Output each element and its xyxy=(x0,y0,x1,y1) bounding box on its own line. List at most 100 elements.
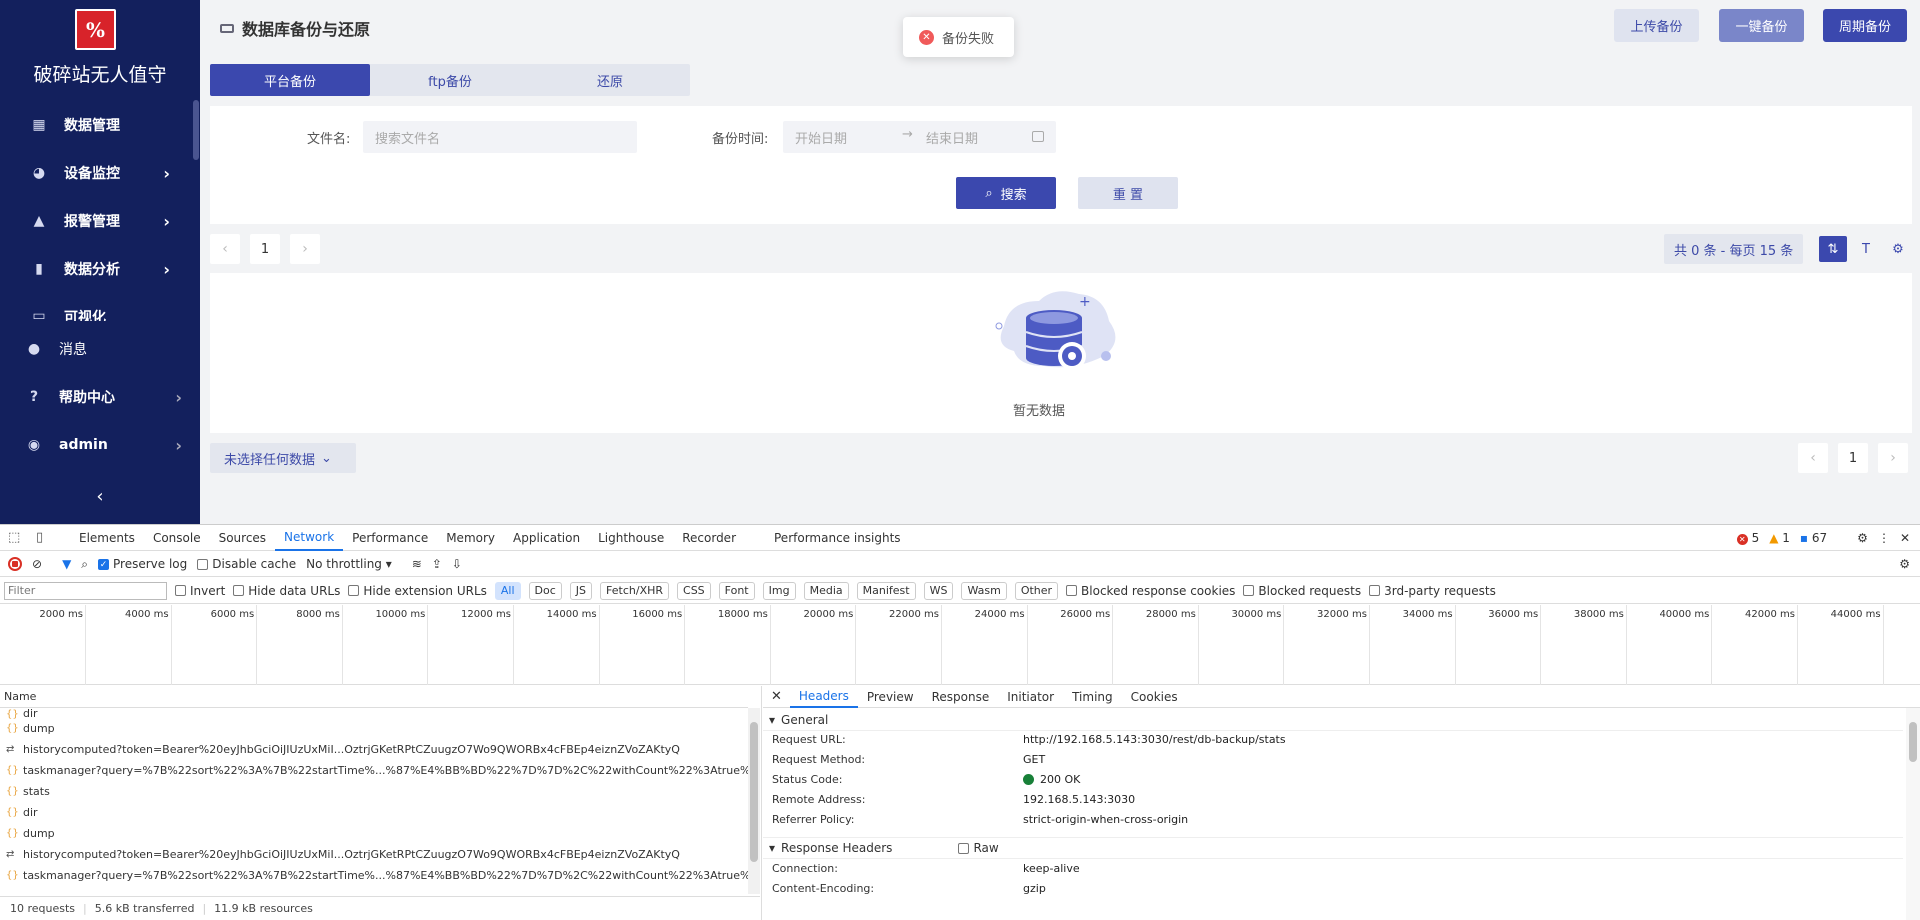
download-icon[interactable]: ⇩ xyxy=(452,557,462,571)
tab-preview[interactable]: Preview xyxy=(858,686,923,708)
prev-page-button[interactable]: ‹ xyxy=(210,234,240,264)
sidebar-scrollbar[interactable] xyxy=(193,100,199,160)
tab-performance-insights[interactable]: Performance insights xyxy=(765,525,910,551)
message-count[interactable]: ▪ 67 xyxy=(1800,531,1827,545)
sidebar-item-alarm[interactable]: ▲ 报警管理 › xyxy=(0,197,200,245)
next-page-button[interactable]: › xyxy=(290,234,320,264)
request-list-scrollbar[interactable] xyxy=(748,708,760,894)
request-row[interactable]: {} dir xyxy=(0,802,748,823)
request-row[interactable]: {} dump xyxy=(0,718,748,739)
hide-data-urls-checkbox[interactable]: Hide data URLs xyxy=(233,584,340,598)
request-row[interactable]: {} taskmanager?query=%7B%22sort%22%3A%7B%… xyxy=(0,865,748,886)
request-row[interactable]: ⇄ historycomputed?token=Bearer%20eyJhbGci… xyxy=(0,844,748,865)
response-headers-section-header[interactable]: ▾ Response Headers Raw xyxy=(763,837,1903,859)
sidebar-item-help[interactable]: ? 帮助中心 › xyxy=(0,373,200,421)
invert-checkbox[interactable]: Invert xyxy=(175,584,225,598)
one-click-backup-button[interactable]: 一键备份 xyxy=(1719,9,1804,42)
type-filter-media[interactable]: Media xyxy=(803,581,849,600)
sidebar-item-user[interactable]: ◉ admin › xyxy=(0,421,200,469)
filename-input[interactable]: 搜索文件名 xyxy=(363,121,637,153)
type-filter-wasm[interactable]: Wasm xyxy=(961,581,1007,600)
hide-extension-urls-checkbox[interactable]: Hide extension URLs xyxy=(348,584,487,598)
type-filter-doc[interactable]: Doc xyxy=(528,581,562,600)
preserve-log-checkbox[interactable]: ✓ Preserve log xyxy=(98,557,187,571)
general-section-header[interactable]: ▾ General xyxy=(763,709,1903,731)
detail-scrollbar[interactable] xyxy=(1906,708,1920,920)
close-detail-icon[interactable]: ✕ xyxy=(771,689,782,704)
type-filter-manifest[interactable]: Manifest xyxy=(856,581,916,600)
tab-recorder[interactable]: Recorder xyxy=(673,525,745,551)
collapse-sidebar-icon[interactable]: ‹ xyxy=(0,486,200,507)
error-count[interactable]: ✕ 5 xyxy=(1736,531,1759,545)
filter-input[interactable]: Filter xyxy=(4,581,167,600)
tab-platform-backup[interactable]: 平台备份 xyxy=(210,64,370,96)
type-filter-img[interactable]: Img xyxy=(762,581,796,600)
type-filter-other[interactable]: Other xyxy=(1014,581,1059,600)
text-size-icon[interactable]: T xyxy=(1852,236,1880,262)
third-party-checkbox[interactable]: 3rd-party requests xyxy=(1369,584,1496,598)
tab-network[interactable]: Network xyxy=(275,525,344,551)
tab-sources[interactable]: Sources xyxy=(210,525,275,551)
bottom-prev-page-button[interactable]: ‹ xyxy=(1798,443,1828,473)
more-icon[interactable]: ⋮ xyxy=(1878,531,1890,545)
type-filter-js[interactable]: JS xyxy=(569,581,593,600)
tab-initiator[interactable]: Initiator xyxy=(998,686,1063,708)
disable-cache-checkbox[interactable]: Disable cache xyxy=(197,557,296,571)
network-timeline[interactable]: 2000 ms 4000 ms 6000 ms 8000 ms 10000 ms 1200… xyxy=(0,605,1920,685)
filter-icon[interactable]: ▼ xyxy=(62,557,71,571)
settings-icon[interactable]: ⚙ xyxy=(1884,236,1912,262)
clear-icon[interactable]: ⊘ xyxy=(32,557,42,571)
sidebar-item-analysis[interactable]: ▮ 数据分析 › xyxy=(0,245,200,293)
tab-lighthouse[interactable]: Lighthouse xyxy=(589,525,673,551)
tab-timing[interactable]: Timing xyxy=(1063,686,1122,708)
tab-restore[interactable]: 还原 xyxy=(530,64,690,96)
type-filter-ws[interactable]: WS xyxy=(923,581,954,600)
sort-icon[interactable]: ⇅ xyxy=(1819,236,1847,262)
inspect-icon[interactable]: ⬚ xyxy=(8,530,20,545)
search-icon[interactable]: ⌕ xyxy=(81,557,88,572)
blocked-requests-checkbox[interactable]: Blocked requests xyxy=(1243,584,1361,598)
tab-cookies[interactable]: Cookies xyxy=(1122,686,1187,708)
tab-application[interactable]: Application xyxy=(504,525,589,551)
type-filter-fetch[interactable]: Fetch/XHR xyxy=(600,581,670,600)
wifi-icon[interactable]: ≋ xyxy=(412,557,422,571)
upload-icon[interactable]: ⇪ xyxy=(432,557,442,571)
request-row[interactable]: {} stats xyxy=(0,781,748,802)
blocked-cookies-checkbox[interactable]: Blocked response cookies xyxy=(1066,584,1235,598)
sidebar-item-messages[interactable]: ● 消息 xyxy=(0,325,200,373)
raw-checkbox[interactable]: Raw xyxy=(958,841,999,855)
upload-backup-button[interactable]: 上传备份 xyxy=(1614,9,1699,42)
gear-icon[interactable]: ⚙ xyxy=(1857,531,1868,545)
request-row[interactable]: ⇄ historycomputed?token=Bearer%20eyJhbGci… xyxy=(0,739,748,760)
network-settings-icon[interactable]: ⚙ xyxy=(1899,557,1910,571)
tab-headers[interactable]: Headers xyxy=(789,686,858,708)
search-button[interactable]: ⌕ 搜索 xyxy=(956,177,1056,209)
close-icon[interactable]: ✕ xyxy=(1900,531,1910,545)
page-number[interactable]: 1 xyxy=(250,234,280,264)
sidebar-item-data-management[interactable]: ▦ 数据管理 xyxy=(0,101,200,149)
type-filter-css[interactable]: CSS xyxy=(677,581,711,600)
device-toolbar-icon[interactable]: ▯ xyxy=(36,530,43,545)
bottom-page-number[interactable]: 1 xyxy=(1838,443,1868,473)
tab-ftp-backup[interactable]: ftp备份 xyxy=(370,64,530,96)
warning-count[interactable]: ▲ 1 xyxy=(1769,531,1790,545)
type-filter-font[interactable]: Font xyxy=(718,581,755,600)
periodic-backup-button[interactable]: 周期备份 xyxy=(1823,9,1907,42)
end-date-input[interactable]: 结束日期 xyxy=(926,128,978,147)
sidebar-item-device-monitor[interactable]: ◕ 设备监控 › xyxy=(0,149,200,197)
request-row[interactable]: {} dump xyxy=(0,823,748,844)
tab-performance[interactable]: Performance xyxy=(343,525,437,551)
tab-memory[interactable]: Memory xyxy=(437,525,504,551)
sidebar-item-visualization[interactable]: ▭ 可视化 xyxy=(0,293,200,321)
tab-console[interactable]: Console xyxy=(144,525,210,551)
start-date-input[interactable]: 开始日期 xyxy=(795,128,847,147)
tab-response[interactable]: Response xyxy=(923,686,999,708)
reset-button[interactable]: 重 置 xyxy=(1078,177,1178,209)
record-icon[interactable] xyxy=(8,557,22,571)
tab-elements[interactable]: Elements xyxy=(70,525,144,551)
bottom-next-page-button[interactable]: › xyxy=(1878,443,1908,473)
type-filter-all[interactable]: All xyxy=(494,581,521,600)
throttling-select[interactable]: No throttling ▾ xyxy=(306,557,392,571)
request-row[interactable]: {} taskmanager?query=%7B%22sort%22%3A%7B%… xyxy=(0,760,748,781)
selection-dropdown[interactable]: 未选择任何数据 ⌄ xyxy=(210,443,356,473)
